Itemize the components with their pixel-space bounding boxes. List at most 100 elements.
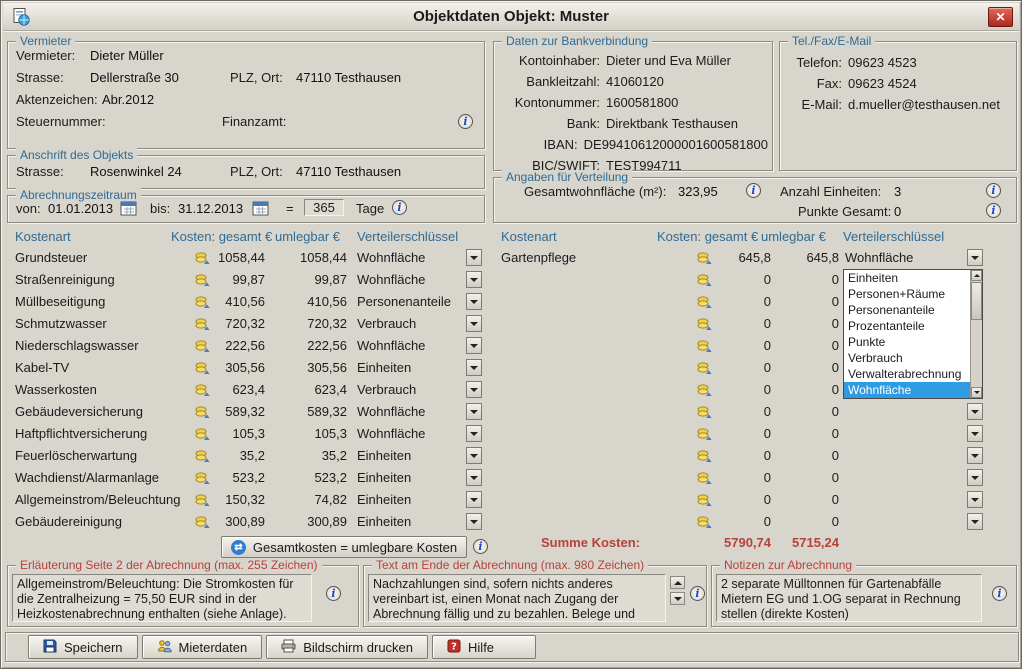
vermieter-plz-value[interactable]: 47110 Testhausen bbox=[296, 70, 401, 85]
hilfe-button[interactable]: ? Hilfe bbox=[432, 635, 536, 659]
money-icon[interactable] bbox=[697, 515, 712, 532]
money-icon[interactable] bbox=[195, 295, 210, 312]
punkte-gesamt-value[interactable]: 0 bbox=[894, 204, 901, 219]
kosten-umlegbar-value[interactable]: 623,4 bbox=[295, 382, 347, 397]
info-icon[interactable] bbox=[473, 539, 488, 554]
von-value[interactable]: 01.01.2013 bbox=[48, 201, 113, 216]
kosten-umlegbar-value[interactable]: 0 bbox=[787, 448, 839, 463]
dropdown-scrollbar[interactable] bbox=[970, 270, 982, 398]
verteilerschluessel-dropdown-button[interactable] bbox=[466, 337, 482, 354]
kostenart-value[interactable]: Gebäudeversicherung bbox=[15, 404, 143, 419]
kosten-gesamt-value[interactable]: 523,2 bbox=[213, 470, 265, 485]
kostenart-value[interactable]: Schmutzwasser bbox=[15, 316, 107, 331]
kosten-umlegbar-value[interactable]: 0 bbox=[787, 514, 839, 529]
dropdown-option[interactable]: Wohnfläche bbox=[844, 382, 970, 398]
kosten-gesamt-value[interactable]: 0 bbox=[719, 470, 771, 485]
kosten-gesamt-value[interactable]: 35,2 bbox=[213, 448, 265, 463]
kostenart-value[interactable]: Straßenreinigung bbox=[15, 272, 115, 287]
kontakt-field-value[interactable]: d.mueller@testhausen.net bbox=[848, 97, 1000, 112]
money-icon[interactable] bbox=[195, 471, 210, 488]
money-icon[interactable] bbox=[195, 515, 210, 532]
kosten-umlegbar-value[interactable]: 0 bbox=[787, 426, 839, 441]
erlaeuterung-memo[interactable]: Allgemeinstrom/Beleuchtung: Die Stromkos… bbox=[12, 574, 312, 622]
bank-field-value[interactable]: 41060120 bbox=[606, 74, 664, 89]
scroll-down-icon[interactable] bbox=[971, 387, 982, 398]
kosten-umlegbar-value[interactable]: 0 bbox=[787, 316, 839, 331]
money-icon[interactable] bbox=[697, 295, 712, 312]
info-icon[interactable] bbox=[986, 183, 1001, 198]
kosten-umlegbar-value[interactable]: 720,32 bbox=[295, 316, 347, 331]
kostenart-value[interactable]: Gartenpflege bbox=[501, 250, 576, 265]
verteilerschluessel-dropdown-button[interactable] bbox=[466, 381, 482, 398]
money-icon[interactable] bbox=[195, 339, 210, 356]
kontakt-field-value[interactable]: 09623 4523 bbox=[848, 55, 917, 70]
money-icon[interactable] bbox=[195, 449, 210, 466]
mieterdaten-button[interactable]: Mieterdaten bbox=[142, 635, 263, 659]
scroll-up-button[interactable] bbox=[670, 576, 685, 589]
verteilerschluessel-dropdown-button[interactable] bbox=[466, 513, 482, 530]
kosten-gesamt-value[interactable]: 645,8 bbox=[719, 250, 771, 265]
money-icon[interactable] bbox=[697, 383, 712, 400]
bank-field-value[interactable]: Dieter und Eva Müller bbox=[606, 53, 731, 68]
info-icon[interactable] bbox=[986, 203, 1001, 218]
kostenart-value[interactable]: Grundsteuer bbox=[15, 250, 87, 265]
money-icon[interactable] bbox=[195, 317, 210, 334]
verteilerschluessel-dropdown-button[interactable] bbox=[967, 513, 983, 530]
verteilerschluessel-dropdown-button[interactable] bbox=[466, 425, 482, 442]
gesamtkosten-button[interactable]: ⇄ Gesamtkosten = umlegbare Kosten bbox=[221, 536, 467, 558]
verteilerschluessel-dropdown-button[interactable] bbox=[466, 403, 482, 420]
verteilerschluessel-dropdown-button[interactable] bbox=[466, 249, 482, 266]
kosten-gesamt-value[interactable]: 410,56 bbox=[213, 294, 265, 309]
money-icon[interactable] bbox=[697, 361, 712, 378]
kosten-gesamt-value[interactable]: 0 bbox=[719, 492, 771, 507]
bis-value[interactable]: 31.12.2013 bbox=[178, 201, 243, 216]
kosten-umlegbar-value[interactable]: 0 bbox=[787, 492, 839, 507]
kosten-gesamt-value[interactable]: 0 bbox=[719, 514, 771, 529]
kostenart-value[interactable]: Kabel-TV bbox=[15, 360, 69, 375]
kosten-umlegbar-value[interactable]: 99,87 bbox=[295, 272, 347, 287]
money-icon[interactable] bbox=[195, 493, 210, 510]
money-icon[interactable] bbox=[195, 383, 210, 400]
kosten-umlegbar-value[interactable]: 1058,44 bbox=[295, 250, 347, 265]
kosten-umlegbar-value[interactable]: 0 bbox=[787, 294, 839, 309]
dropdown-option[interactable]: Verbrauch bbox=[844, 350, 970, 366]
kostenart-value[interactable]: Allgemeinstrom/Beleuchtung bbox=[15, 492, 180, 507]
dropdown-option[interactable]: Punkte bbox=[844, 334, 970, 350]
kosten-umlegbar-value[interactable]: 222,56 bbox=[295, 338, 347, 353]
money-icon[interactable] bbox=[697, 273, 712, 290]
verteilerschluessel-dropdown-button[interactable] bbox=[466, 315, 482, 332]
kostenart-value[interactable]: Gebäudereinigung bbox=[15, 514, 122, 529]
kosten-umlegbar-value[interactable]: 305,56 bbox=[295, 360, 347, 375]
kosten-gesamt-value[interactable]: 300,89 bbox=[213, 514, 265, 529]
money-icon[interactable] bbox=[697, 427, 712, 444]
anzahl-einheiten-value[interactable]: 3 bbox=[894, 184, 901, 199]
money-icon[interactable] bbox=[697, 317, 712, 334]
verteilerschluessel-dropdown-button[interactable] bbox=[466, 447, 482, 464]
kostenart-value[interactable]: Niederschlagswasser bbox=[15, 338, 139, 353]
kontakt-field-value[interactable]: 09623 4524 bbox=[848, 76, 917, 91]
money-icon[interactable] bbox=[697, 449, 712, 466]
kosten-umlegbar-value[interactable]: 645,8 bbox=[787, 250, 839, 265]
kosten-umlegbar-value[interactable]: 0 bbox=[787, 338, 839, 353]
kosten-umlegbar-value[interactable]: 105,3 bbox=[295, 426, 347, 441]
calendar-icon[interactable] bbox=[120, 200, 137, 216]
kosten-gesamt-value[interactable]: 623,4 bbox=[213, 382, 265, 397]
vermieter-name-value[interactable]: Dieter Müller bbox=[90, 48, 164, 63]
money-icon[interactable] bbox=[697, 493, 712, 510]
money-icon[interactable] bbox=[697, 339, 712, 356]
kosten-gesamt-value[interactable]: 720,32 bbox=[213, 316, 265, 331]
dropdown-option[interactable]: Einheiten bbox=[844, 270, 970, 286]
objekt-strasse-value[interactable]: Rosenwinkel 24 bbox=[90, 164, 182, 179]
objekt-plz-value[interactable]: 47110 Testhausen bbox=[296, 164, 401, 179]
bank-field-value[interactable]: DE99410612000001600581800 bbox=[584, 137, 768, 152]
kosten-gesamt-value[interactable]: 0 bbox=[719, 294, 771, 309]
bank-field-value[interactable]: 1600581800 bbox=[606, 95, 678, 110]
kosten-gesamt-value[interactable]: 0 bbox=[719, 360, 771, 375]
dropdown-option[interactable]: Verwalterabrechnung bbox=[844, 366, 970, 382]
close-button[interactable]: ✕ bbox=[988, 7, 1013, 27]
info-icon[interactable] bbox=[458, 114, 473, 129]
kosten-umlegbar-value[interactable]: 0 bbox=[787, 382, 839, 397]
verteilerschluessel-dropdown-button[interactable] bbox=[967, 425, 983, 442]
verteilerschluessel-dropdown-button[interactable] bbox=[967, 403, 983, 420]
gesamtwohnflaeche-value[interactable]: 323,95 bbox=[678, 184, 718, 199]
